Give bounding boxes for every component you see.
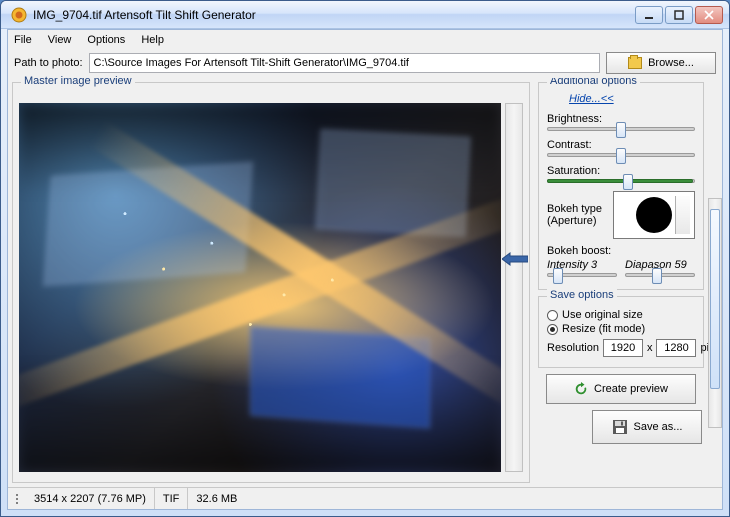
diapason-slider[interactable]	[625, 273, 695, 277]
app-window: IMG_9704.tif Artensoft Tilt Shift Genera…	[0, 0, 730, 517]
bokeh-type-dropdown[interactable]	[613, 191, 695, 239]
resolution-label: Resolution	[547, 342, 599, 354]
create-preview-label: Create preview	[594, 383, 668, 395]
preview-area	[19, 103, 523, 472]
resolution-row: Resolution x pixels	[547, 339, 695, 357]
app-icon	[11, 7, 27, 23]
master-preview-group: Master image preview	[12, 82, 530, 483]
content-area: File View Options Help Path to photo: Br…	[7, 29, 723, 510]
menu-help[interactable]: Help	[141, 34, 164, 46]
menu-file[interactable]: File	[14, 34, 32, 46]
saturation-label: Saturation:	[547, 165, 695, 177]
browse-label: Browse...	[648, 57, 694, 69]
scroll-thumb-icon[interactable]	[502, 251, 528, 267]
resize-fit-radio[interactable]: Resize (fit mode)	[547, 323, 695, 335]
save-as-button[interactable]: Save as...	[592, 410, 702, 444]
path-label: Path to photo:	[14, 57, 83, 69]
intensity-block: Intensity 3	[547, 259, 617, 277]
right-column: Additional options Hide...<< Brightness:…	[534, 78, 722, 487]
intensity-slider[interactable]	[547, 273, 617, 277]
resolution-width-input[interactable]	[603, 339, 643, 357]
menubar: File View Options Help	[8, 30, 722, 50]
diapason-block: Diapason 59	[625, 259, 695, 277]
window-title: IMG_9704.tif Artensoft Tilt Shift Genera…	[33, 8, 635, 22]
menu-view[interactable]: View	[48, 34, 72, 46]
status-dimensions: 3514 x 2207 (7.76 MP)	[26, 488, 155, 509]
preview-legend: Master image preview	[21, 75, 135, 87]
chevron-down-icon	[679, 211, 687, 219]
brightness-slider[interactable]	[547, 127, 695, 131]
right-inner: Additional options Hide...<< Brightness:…	[534, 78, 708, 487]
resize-fit-label: Resize (fit mode)	[562, 323, 645, 335]
bokeh-boost-label: Bokeh boost:	[547, 245, 695, 257]
preview-canvas[interactable]	[19, 103, 501, 472]
preview-vertical-scrollbar[interactable]	[505, 103, 523, 472]
minimize-button[interactable]	[635, 6, 663, 24]
preview-image	[19, 103, 501, 472]
status-filesize: 32.6 MB	[188, 488, 245, 509]
brightness-block: Brightness:	[547, 113, 695, 131]
use-original-label: Use original size	[562, 309, 643, 321]
bokeh-type-row: Bokeh type (Aperture)	[547, 191, 695, 239]
sidepanel-scrollbar[interactable]	[708, 198, 722, 428]
radio-icon	[547, 310, 558, 321]
floppy-icon	[612, 419, 628, 435]
additional-options-group: Additional options Hide...<< Brightness:…	[538, 82, 704, 290]
left-column: Master image preview	[8, 78, 534, 487]
status-format: TIF	[155, 488, 189, 509]
contrast-slider[interactable]	[547, 153, 695, 157]
save-as-label: Save as...	[634, 421, 683, 433]
save-options-group: Save options Use original size Resize (f…	[538, 296, 704, 368]
path-input[interactable]	[89, 53, 601, 73]
resolution-x: x	[647, 342, 653, 354]
titlebar: IMG_9704.tif Artensoft Tilt Shift Genera…	[1, 1, 729, 29]
folder-icon	[628, 57, 642, 69]
bokeh-type-label: Bokeh type (Aperture)	[547, 203, 607, 227]
path-row: Path to photo: Browse...	[8, 50, 722, 76]
contrast-block: Contrast:	[547, 139, 695, 157]
resolution-height-input[interactable]	[656, 339, 696, 357]
hide-link[interactable]: Hide...<<	[569, 93, 614, 105]
bokeh-boost-sliders: Intensity 3 Diapason 59	[547, 259, 695, 277]
close-button[interactable]	[695, 6, 723, 24]
resolution-pixels: pixels	[700, 342, 708, 354]
browse-button[interactable]: Browse...	[606, 52, 716, 74]
window-controls	[635, 6, 723, 24]
menu-options[interactable]: Options	[87, 34, 125, 46]
additional-legend: Additional options	[547, 78, 640, 87]
maximize-button[interactable]	[665, 6, 693, 24]
refresh-icon	[574, 382, 588, 396]
use-original-radio[interactable]: Use original size	[547, 309, 695, 321]
main-row: Master image preview	[8, 78, 722, 487]
save-legend: Save options	[547, 289, 617, 301]
aperture-circle-icon	[636, 197, 672, 233]
statusbar-grip-icon[interactable]	[12, 494, 22, 504]
radio-icon	[547, 324, 558, 335]
create-preview-button[interactable]: Create preview	[546, 374, 696, 404]
saturation-slider[interactable]	[547, 179, 695, 183]
statusbar: 3514 x 2207 (7.76 MP) TIF 32.6 MB	[8, 487, 722, 509]
saturation-block: Saturation:	[547, 165, 695, 183]
